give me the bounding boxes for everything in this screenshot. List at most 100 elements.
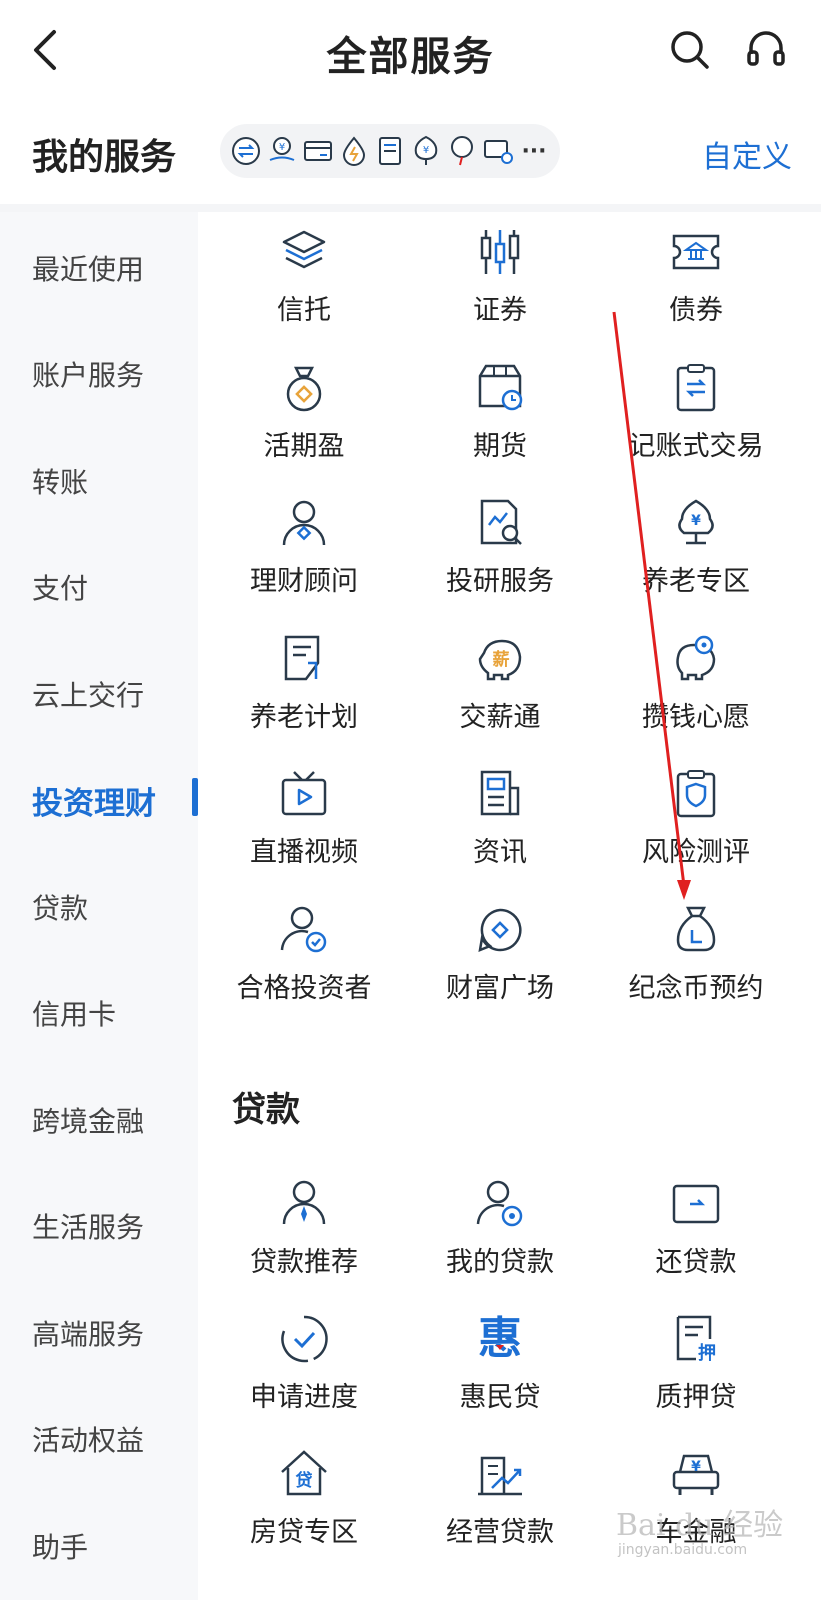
service-label: 财富广场 [446, 973, 554, 1004]
section-title-loans: 贷款 [232, 1090, 300, 1130]
service-coin-reservation[interactable]: 纪念币预约 [596, 904, 796, 1034]
service-loan-recommend[interactable]: 贷款推荐 [204, 1178, 404, 1308]
sidebar-item-investment[interactable]: 投资理财 [32, 778, 156, 823]
search-icon[interactable] [668, 28, 712, 72]
my-services-title: 我的服务 [32, 137, 177, 178]
pension-tree-icon: ¥ [414, 135, 438, 165]
service-pension-zone[interactable]: ¥ 养老专区 [596, 497, 796, 627]
balloon-icon [451, 136, 473, 166]
headset-icon[interactable] [744, 28, 788, 72]
service-huimin-loan[interactable]: 惠 惠民贷 [400, 1313, 600, 1443]
candlestick-icon [480, 230, 520, 274]
watermark-url: jingyan.baidu.com [618, 1542, 748, 1558]
service-label: 我的贷款 [446, 1247, 554, 1278]
service-label: 还贷款 [655, 1247, 737, 1278]
service-securities[interactable]: 证券 [400, 226, 600, 356]
service-research[interactable]: 投研服务 [400, 497, 600, 627]
service-label: 交薪通 [459, 702, 541, 733]
service-label: 投研服务 [446, 566, 554, 597]
svg-text:¥: ¥ [279, 142, 285, 153]
service-repay[interactable]: 还贷款 [596, 1178, 796, 1308]
card-icon [304, 141, 332, 161]
service-bonds[interactable]: 债券 [596, 226, 796, 356]
active-indicator [192, 778, 198, 816]
sidebar-item-assistant[interactable]: 助手 [32, 1526, 88, 1566]
sidebar-item-activities[interactable]: 活动权益 [32, 1419, 144, 1459]
water-bill-icon [342, 136, 366, 166]
service-business-loan[interactable]: 经营贷款 [400, 1448, 600, 1578]
divider [0, 204, 821, 212]
sidebar-item-cloud-bank[interactable]: 云上交行 [32, 674, 144, 714]
pledge-badge: 押 [698, 1342, 716, 1364]
customize-link[interactable]: 自定义 [702, 132, 792, 176]
service-label: 房贷专区 [250, 1517, 358, 1548]
service-label: 资讯 [473, 837, 527, 868]
service-my-loans[interactable]: 我的贷款 [400, 1178, 600, 1308]
service-pledge-loan[interactable]: 押 质押贷 [596, 1313, 796, 1443]
service-label: 质押贷 [655, 1382, 737, 1413]
sidebar-item-credit-card[interactable]: 信用卡 [32, 993, 116, 1033]
service-label: 养老专区 [642, 566, 750, 597]
repay-card-icon [672, 1184, 720, 1224]
service-salary[interactable]: 薪 交薪通 [400, 633, 600, 763]
research-doc-icon [480, 499, 522, 545]
service-label: 合格投资者 [236, 973, 372, 1004]
progress-check-icon [281, 1315, 328, 1363]
service-application-progress[interactable]: 申请进度 [204, 1313, 404, 1443]
salary-badge: 薪 [493, 650, 510, 670]
service-label: 纪念币预约 [628, 973, 764, 1004]
service-label: 信托 [277, 295, 331, 326]
svg-text:¥: ¥ [423, 145, 429, 156]
service-label: 期货 [473, 431, 527, 462]
pledge-doc-icon: 押 [676, 1315, 716, 1364]
house-loan-icon: 贷 [281, 1450, 327, 1496]
news-icon [480, 770, 520, 816]
salary-piggy-icon: 薪 [478, 639, 522, 681]
wealth-hand-icon: ¥ [269, 137, 295, 161]
user-check-icon [280, 906, 327, 953]
service-label: 惠民贷 [459, 1382, 541, 1413]
service-label: 风险测评 [642, 837, 750, 868]
service-pension-plan[interactable]: 养老计划 [204, 633, 404, 763]
service-current-gain[interactable]: 活期盈 [204, 362, 404, 492]
service-savings-wish[interactable]: 攒钱心愿 [596, 633, 796, 763]
sidebar-item-premium[interactable]: 高端服务 [32, 1313, 144, 1353]
service-qualified-investor[interactable]: 合格投资者 [204, 904, 404, 1034]
top-bar: 全部服务 [0, 0, 821, 100]
pension-tree-icon: ¥ [678, 499, 714, 545]
service-wealth-plaza[interactable]: 财富广场 [400, 904, 600, 1034]
service-mortgage-zone[interactable]: 贷 房贷专区 [204, 1448, 404, 1578]
clipboard-exchange-icon [676, 364, 716, 412]
service-label: 经营贷款 [446, 1517, 554, 1548]
sidebar-item-account[interactable]: 账户服务 [32, 354, 144, 394]
tv-play-icon [281, 771, 327, 816]
user-loan-icon [476, 1180, 523, 1227]
sidebar-item-loans[interactable]: 贷款 [32, 887, 88, 927]
service-book-entry[interactable]: 记账式交易 [596, 362, 796, 492]
service-live-video[interactable]: 直播视频 [204, 768, 404, 898]
service-advisor[interactable]: 理财顾问 [204, 497, 404, 627]
service-label: 债券 [669, 295, 723, 326]
service-label: 理财顾问 [250, 566, 358, 597]
my-services-shortcuts[interactable]: ¥ ¥ ··· [220, 124, 560, 178]
document-icon [379, 137, 401, 165]
sidebar-item-transfer[interactable]: 转账 [32, 461, 88, 501]
sidebar-item-payment[interactable]: 支付 [32, 567, 88, 607]
service-trust[interactable]: 信托 [204, 226, 404, 356]
service-futures[interactable]: 期货 [400, 362, 600, 492]
sidebar-item-recent[interactable]: 最近使用 [32, 248, 144, 288]
service-news[interactable]: 资讯 [400, 768, 600, 898]
shield-clipboard-icon [676, 770, 716, 818]
sidebar-item-life[interactable]: 生活服务 [32, 1206, 144, 1246]
business-chart-icon [478, 1456, 522, 1496]
category-sidebar: 最近使用 账户服务 转账 支付 云上交行 投资理财 贷款 信用卡 跨境金融 生活… [0, 212, 198, 1600]
advisor-icon [282, 500, 326, 546]
card-link-icon [484, 140, 513, 164]
huimin-icon: 惠 [478, 1313, 522, 1364]
service-risk-assessment[interactable]: 风险测评 [596, 768, 796, 898]
sidebar-item-cross-border[interactable]: 跨境金融 [32, 1100, 144, 1140]
svg-text:¥: ¥ [691, 513, 701, 529]
service-label: 活期盈 [263, 431, 345, 462]
more-icon[interactable]: ··· [516, 133, 552, 169]
service-label: 申请进度 [250, 1382, 358, 1413]
